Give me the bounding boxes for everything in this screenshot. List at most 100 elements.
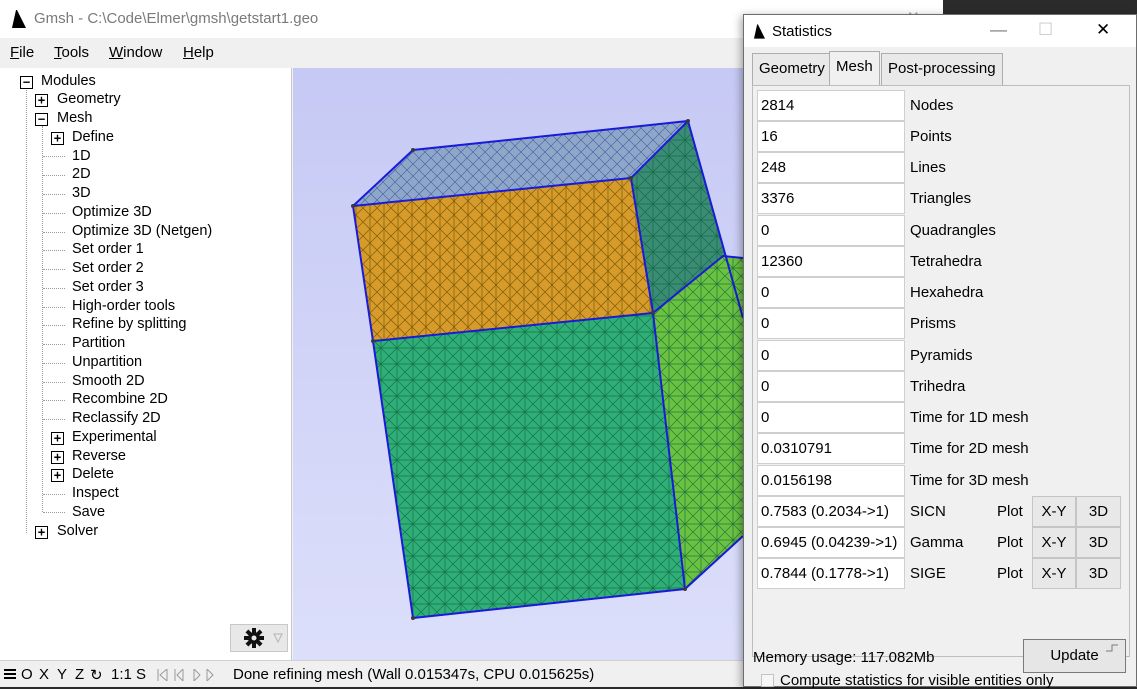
stat-value[interactable]: 0.7583 (0.2034->1) bbox=[757, 496, 905, 527]
stat-value[interactable]: 3376 bbox=[757, 183, 905, 214]
collapse-mesh-icon[interactable]: − bbox=[35, 113, 48, 126]
stat-value[interactable]: 0 bbox=[757, 340, 905, 371]
visible-entities-checkbox[interactable] bbox=[761, 674, 774, 687]
rotate-icon[interactable]: ↻ bbox=[90, 666, 103, 684]
tree-item-smooth-2d[interactable]: Smooth 2D bbox=[72, 372, 145, 391]
tree-item-solver[interactable]: Solver bbox=[57, 522, 98, 541]
stat-label: SICN bbox=[910, 503, 946, 520]
stat-row-triangles: 3376 Triangles bbox=[753, 183, 1131, 214]
tree-item-delete[interactable]: Delete bbox=[72, 465, 114, 484]
tree-item-define[interactable]: Define bbox=[72, 128, 114, 147]
expand-experimental-icon[interactable]: + bbox=[51, 432, 64, 445]
stat-label: Lines bbox=[910, 159, 946, 176]
plot-label: Plot bbox=[997, 534, 1023, 551]
stat-value[interactable]: 0 bbox=[757, 215, 905, 246]
tree-item-inspect[interactable]: Inspect bbox=[72, 484, 119, 503]
stat-value[interactable]: 0 bbox=[757, 371, 905, 402]
tab-geometry[interactable]: Geometry bbox=[752, 53, 832, 85]
view-y-button[interactable]: Y bbox=[57, 666, 67, 683]
menu-window[interactable]: Window bbox=[109, 44, 162, 61]
stat-label: Gamma bbox=[910, 534, 964, 551]
stat-label: Tetrahedra bbox=[910, 253, 982, 270]
tree-item-modules[interactable]: Modules bbox=[41, 72, 96, 91]
tree-item-reclassify-2d[interactable]: Reclassify 2D bbox=[72, 409, 161, 428]
tab-post-processing[interactable]: Post-processing bbox=[881, 53, 1003, 85]
tree-item-unpartition[interactable]: Unpartition bbox=[72, 353, 142, 372]
tree-item-set-order-2[interactable]: Set order 2 bbox=[72, 259, 144, 278]
statistics-title: Statistics bbox=[772, 23, 833, 40]
select-button[interactable]: S bbox=[136, 666, 146, 683]
gamma-xy-button[interactable]: X-Y bbox=[1032, 527, 1076, 558]
expand-reverse-icon[interactable]: + bbox=[51, 451, 64, 464]
stat-value[interactable]: 16 bbox=[757, 121, 905, 152]
expand-define-icon[interactable]: + bbox=[51, 132, 64, 145]
visible-entities-checkbox-row[interactable]: Compute statistics for visible entities … bbox=[761, 672, 1053, 689]
tree-item-2d[interactable]: 2D bbox=[72, 165, 91, 184]
stat-value[interactable]: 2814 bbox=[757, 90, 905, 121]
minimize-button[interactable]: — bbox=[990, 20, 1007, 40]
menu-tools[interactable]: Tools bbox=[54, 44, 89, 61]
update-button[interactable]: Update bbox=[1023, 639, 1126, 673]
tree-item-recombine-2d[interactable]: Recombine 2D bbox=[72, 390, 168, 409]
expand-solver-icon[interactable]: + bbox=[35, 526, 48, 539]
tree-item-refine-by-splitting[interactable]: Refine by splitting bbox=[72, 315, 186, 334]
tree-item-high-order-tools[interactable]: High-order tools bbox=[72, 297, 175, 316]
expand-delete-icon[interactable]: + bbox=[51, 469, 64, 482]
tab-mesh[interactable]: Mesh bbox=[829, 51, 880, 85]
tree-item-optimize-3d-netgen[interactable]: Optimize 3D (Netgen) bbox=[72, 222, 212, 241]
collapse-modules-icon[interactable]: − bbox=[20, 76, 33, 89]
menu-help[interactable]: Help bbox=[183, 44, 214, 61]
stat-value[interactable]: 248 bbox=[757, 152, 905, 183]
sige-xy-button[interactable]: X-Y bbox=[1032, 558, 1076, 589]
gmsh-logo-icon bbox=[754, 24, 765, 39]
tree-item-reverse[interactable]: Reverse bbox=[72, 447, 126, 466]
stat-row-trihedra: 0 Trihedra bbox=[753, 371, 1131, 402]
stat-label: Time for 1D mesh bbox=[910, 409, 1029, 426]
stat-value[interactable]: 0 bbox=[757, 308, 905, 339]
stat-value[interactable]: 0 bbox=[757, 402, 905, 433]
gamma-3d-button[interactable]: 3D bbox=[1076, 527, 1121, 558]
playback-controls-icon[interactable] bbox=[157, 669, 217, 681]
status-message: Done refining mesh (Wall 0.015347s, CPU … bbox=[233, 666, 595, 683]
view-origin-button[interactable]: O bbox=[21, 666, 33, 683]
stat-row-time-1d: 0 Time for 1D mesh bbox=[753, 402, 1131, 433]
stat-label: Points bbox=[910, 128, 952, 145]
menu-toggle-icon[interactable] bbox=[4, 668, 16, 680]
tree-item-partition[interactable]: Partition bbox=[72, 334, 125, 353]
stat-row-hexahedra: 0 Hexahedra bbox=[753, 277, 1131, 308]
stat-value[interactable]: 0.7844 (0.1778->1) bbox=[757, 558, 905, 589]
tree-item-3d[interactable]: 3D bbox=[72, 184, 91, 203]
gmsh-logo-icon bbox=[12, 10, 26, 28]
maximize-button: ☐ bbox=[1038, 20, 1054, 39]
stat-row-time-2d: 0.0310791 Time for 2D mesh bbox=[753, 433, 1131, 464]
tree-item-mesh[interactable]: Mesh bbox=[57, 109, 92, 128]
scale-1-1-button[interactable]: 1:1 bbox=[111, 666, 132, 683]
tree-item-experimental[interactable]: Experimental bbox=[72, 428, 157, 447]
tree-item-set-order-1[interactable]: Set order 1 bbox=[72, 240, 144, 259]
memory-usage: Memory usage: 117.082Mb bbox=[753, 649, 935, 666]
view-x-button[interactable]: X bbox=[39, 666, 49, 683]
stat-label: Time for 3D mesh bbox=[910, 472, 1029, 489]
tree-item-set-order-3[interactable]: Set order 3 bbox=[72, 278, 144, 297]
stat-value[interactable]: 12360 bbox=[757, 246, 905, 277]
menu-file[interactable]: File bbox=[10, 44, 34, 61]
tree-item-optimize-3d[interactable]: Optimize 3D bbox=[72, 203, 152, 222]
sicn-3d-button[interactable]: 3D bbox=[1076, 496, 1121, 527]
stat-value[interactable]: 0 bbox=[757, 277, 905, 308]
tree-item-save[interactable]: Save bbox=[72, 503, 105, 522]
stat-value[interactable]: 0.0156198 bbox=[757, 465, 905, 496]
settings-menu-button[interactable] bbox=[230, 624, 288, 652]
plot-label: Plot bbox=[997, 503, 1023, 520]
tree-item-geometry[interactable]: Geometry bbox=[57, 90, 121, 109]
checkbox-label: Compute statistics for visible entities … bbox=[780, 672, 1054, 689]
tree-item-1d[interactable]: 1D bbox=[72, 147, 91, 166]
close-button[interactable]: ✕ bbox=[1096, 20, 1110, 40]
view-z-button[interactable]: Z bbox=[75, 666, 84, 683]
sige-3d-button[interactable]: 3D bbox=[1076, 558, 1121, 589]
stat-value[interactable]: 0.6945 (0.04239->1) bbox=[757, 527, 905, 558]
stat-label: Prisms bbox=[910, 315, 956, 332]
stat-value[interactable]: 0.0310791 bbox=[757, 433, 905, 464]
sicn-xy-button[interactable]: X-Y bbox=[1032, 496, 1076, 527]
stat-row-pyramids: 0 Pyramids bbox=[753, 340, 1131, 371]
expand-geometry-icon[interactable]: + bbox=[35, 94, 48, 107]
